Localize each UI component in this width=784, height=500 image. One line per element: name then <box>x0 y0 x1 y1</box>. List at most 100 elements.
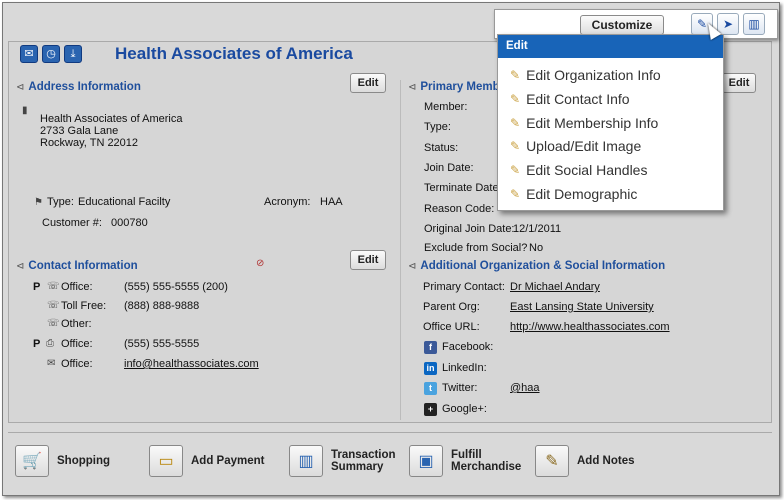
add-notes-label: Add Notes <box>577 455 635 467</box>
menu-item-edit-social[interactable]: ✎ Edit Social Handles <box>510 162 647 178</box>
contact-edit-button[interactable]: Edit <box>350 250 386 270</box>
primary-contact-label: Primary Contact: <box>423 281 505 293</box>
address-line-1: Health Associates of America <box>40 113 183 125</box>
contact-label: Office: <box>61 338 93 350</box>
customize-button[interactable]: Customize <box>580 15 664 35</box>
edit-menu-header: Edit <box>498 35 723 58</box>
transaction-label-line1: Transaction <box>331 449 396 461</box>
no-contact-icon: ⊘ <box>256 258 265 269</box>
customer-number-value: 000780 <box>111 217 148 229</box>
toolbar-divider <box>8 432 772 433</box>
edit-dropdown-menu: Edit ✎ Edit Organization Info ✎ Edit Con… <box>497 34 724 211</box>
notes-icon: ✎ <box>535 445 569 477</box>
contact-title-label: Contact Information <box>28 260 138 272</box>
column-divider <box>400 80 401 420</box>
phone-icon: ☏ <box>47 300 60 311</box>
shopping-label: Shopping <box>57 455 111 467</box>
address-edit-button[interactable]: Edit <box>350 73 386 93</box>
exclude-social-label: Exclude from Social? <box>424 242 528 254</box>
linkedin-icon: in <box>424 362 437 375</box>
email-icon: ✉ <box>47 358 56 369</box>
pencil-icon: ✎ <box>510 139 521 153</box>
email-link[interactable]: info@healthassociates.com <box>124 358 259 370</box>
menu-item-label: Edit Organization Info <box>526 67 661 83</box>
acronym-value: HAA <box>320 196 343 208</box>
exclude-social-value: No <box>529 242 544 254</box>
contact-label: Toll Free: <box>61 300 107 312</box>
collapse-arrow-icon: ⊲ <box>408 260 417 272</box>
additional-section-title[interactable]: ⊲ Additional Organization & Social Infor… <box>408 260 665 272</box>
contact-label: Office: <box>61 358 93 370</box>
menu-item-upload-image[interactable]: ✎ Upload/Edit Image <box>510 138 641 154</box>
fax-icon: ⎙ <box>46 338 54 349</box>
original-join-value: 12/1/2011 <box>513 223 562 235</box>
membership-edit-button[interactable]: Edit <box>722 73 756 93</box>
menu-item-label: Edit Contact Info <box>526 91 630 107</box>
address-section-title[interactable]: ⊲ Address Information <box>16 81 141 93</box>
menu-item-edit-contact[interactable]: ✎ Edit Contact Info <box>510 91 630 107</box>
google-plus-icon: + <box>424 403 437 416</box>
terminate-date-label: Terminate Date <box>424 182 499 194</box>
phone-icon: ☏ <box>47 318 60 329</box>
address-line-2: 2733 Gala Lane <box>40 125 119 137</box>
pencil-icon: ✎ <box>510 68 521 82</box>
twitter-icon: t <box>424 382 437 395</box>
primary-flag: P <box>33 281 41 293</box>
original-join-label: Original Join Date: <box>424 223 515 235</box>
facebook-icon: f <box>424 341 437 354</box>
phone-icon: ☏ <box>47 281 60 292</box>
inbox-icon[interactable]: ⤓ <box>64 45 82 63</box>
mail-icon[interactable]: ✉ <box>20 45 38 63</box>
reason-code-label: Reason Code: <box>424 203 495 215</box>
shopping-button[interactable]: 🛒 Shopping <box>15 445 110 477</box>
primary-contact-link[interactable]: Dr Michael Andary <box>510 281 600 293</box>
fulfill-merchandise-button[interactable]: ▣ Fulfill Merchandise <box>409 445 521 477</box>
add-notes-button[interactable]: ✎ Add Notes <box>535 445 635 477</box>
contact-label: Office: <box>61 281 93 293</box>
menu-item-label: Upload/Edit Image <box>526 138 642 154</box>
type-label: Type: <box>424 121 451 133</box>
clock-icon[interactable]: ◷ <box>42 45 60 63</box>
pencil-icon: ✎ <box>510 116 521 130</box>
menu-item-edit-demographic[interactable]: ✎ Edit Demographic <box>510 186 637 202</box>
member-label: Member: <box>424 101 468 113</box>
collapse-arrow-icon: ⊲ <box>408 81 417 93</box>
pencil-icon: ✎ <box>510 163 521 177</box>
linkedin-label: LinkedIn: <box>442 362 487 374</box>
fulfill-label-line1: Fulfill <box>451 449 482 461</box>
type-value: Educational Facilty <box>78 196 171 208</box>
contact-section-title[interactable]: ⊲ Contact Information <box>16 260 138 272</box>
building-icon: ▮ <box>22 105 28 116</box>
menu-item-edit-membership[interactable]: ✎ Edit Membership Info <box>510 115 658 131</box>
twitter-label: Twitter: <box>442 382 478 394</box>
fulfill-merchandise-label: Fulfill Merchandise <box>451 449 521 473</box>
membership-section-title[interactable]: ⊲ Primary Memb <box>408 81 500 93</box>
additional-title-label: Additional Organization & Social Informa… <box>420 260 666 272</box>
membership-title-label: Primary Memb <box>420 81 500 93</box>
menu-item-label: Edit Demographic <box>526 186 638 202</box>
type-icon: ⚑ <box>34 197 43 208</box>
transaction-summary-button[interactable]: ▥ Transaction Summary <box>289 445 396 477</box>
add-payment-button[interactable]: ▭ Add Payment <box>149 445 265 477</box>
bar-chart-icon: ▥ <box>289 445 323 477</box>
payment-card-icon: ▭ <box>149 445 183 477</box>
collapse-arrow-icon: ⊲ <box>16 260 25 272</box>
status-label: Status: <box>424 142 459 154</box>
address-title-label: Address Information <box>28 81 141 93</box>
transaction-label-line2: Summary <box>331 461 384 473</box>
chart-icon[interactable]: ▥ <box>743 13 765 35</box>
contact-value: (888) 888-9888 <box>124 300 200 312</box>
collapse-arrow-icon: ⊲ <box>16 81 25 93</box>
address-line-3: Rockway, TN 22012 <box>40 137 139 149</box>
twitter-link[interactable]: @haa <box>510 382 540 394</box>
parent-org-link[interactable]: East Lansing State University <box>510 301 654 313</box>
office-url-label: Office URL: <box>423 321 480 333</box>
office-url-link[interactable]: http://www.healthassociates.com <box>510 321 670 333</box>
page-title: Health Associates of America <box>115 44 353 63</box>
type-label: Type: <box>47 196 74 208</box>
menu-item-label: Edit Social Handles <box>526 162 648 178</box>
acronym-label: Acronym: <box>264 196 311 208</box>
pencil-icon: ✎ <box>510 187 521 201</box>
facebook-label: Facebook: <box>442 341 494 353</box>
menu-item-edit-organization[interactable]: ✎ Edit Organization Info <box>510 67 661 83</box>
